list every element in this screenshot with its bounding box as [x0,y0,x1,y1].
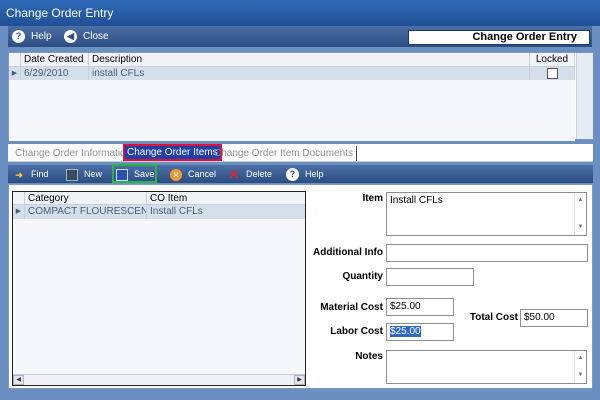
additional-info-field[interactable] [386,244,588,262]
notes-field[interactable]: ▲ ▼ [386,350,587,384]
material-cost-field[interactable]: $25.00 [386,298,454,316]
row-selector-header [9,53,21,66]
cell-co-item[interactable]: Install CFLs [147,205,305,219]
additional-info-label: Additional Info [313,247,383,258]
help-icon: ? [286,168,299,182]
delete-x-icon: ✕ [228,166,240,182]
labor-cost-label: Labor Cost [330,326,383,337]
table-row[interactable]: ▶ COMPACT FLOURESCENT... Install CFLs [13,205,305,219]
help-icon: ? [12,29,25,43]
delete-button[interactable]: ✕ Delete [228,167,272,181]
window: Change Order Entry ? Help ◀ Close Change O… [0,0,600,400]
items-toolbar: ➜ Find New Save × Cancel ✕ Delete ? Help [8,165,593,183]
form-header-title: Change Order Entry [408,30,590,45]
tab-strip: Change Order Information Change Order It… [8,144,593,162]
item-label: Item [362,193,383,204]
grid-empty-area [13,219,305,374]
column-header-date-created[interactable]: Date Created [21,53,89,66]
scroll-left-icon[interactable]: ◀ [13,375,24,385]
change-orders-grid: Date Created Description Locked ▶ 6/29/2… [8,52,593,141]
column-header-category[interactable]: Category [25,192,147,204]
grid-header: Date Created Description Locked [9,53,575,67]
close-label: Close [83,31,109,42]
save-button-highlight [112,164,157,183]
column-header-description[interactable]: Description [89,53,530,66]
scroll-down-icon: ▼ [577,224,584,230]
window-titlebar: Change Order Entry [0,0,600,26]
quantity-label: Quantity [342,271,383,282]
find-icon: ➜ [15,169,23,180]
column-header-co-item[interactable]: CO Item [147,192,305,204]
horizontal-scrollbar[interactable]: ◀ ▶ [13,374,305,385]
window-title: Change Order Entry [6,6,114,20]
new-label: New [84,169,103,179]
scroll-down-icon: ▼ [577,372,584,378]
material-cost-label: Material Cost [320,302,383,313]
labor-cost-value: $25.00 [390,326,421,337]
total-cost-label: Total Cost [469,312,518,323]
total-cost-field[interactable]: $50.00 [520,309,588,327]
cancel-label: Cancel [188,169,217,179]
grid-empty-area [9,80,575,141]
cancel-button[interactable]: × Cancel [170,167,216,181]
cell-locked [530,67,575,80]
cancel-icon: × [170,168,182,181]
delete-label: Delete [246,169,273,179]
row-pointer-icon: ▶ [13,205,25,219]
scroll-right-icon[interactable]: ▶ [294,375,305,385]
locked-checkbox[interactable] [547,68,558,79]
close-button[interactable]: ◀ Close [64,29,109,44]
help-label: Help [31,31,52,42]
new-document-icon [66,168,78,181]
scroll-up-icon: ▲ [577,355,584,361]
notes-label: Notes [355,351,383,362]
items-help-button[interactable]: ? Help [286,167,324,182]
help-label: Help [305,169,324,179]
item-field[interactable]: Install CFLs ▲ ▼ [386,192,587,236]
items-grid: Category CO Item ▶ COMPACT FLOURESCENT..… [12,191,306,386]
row-selector-header [13,192,25,204]
back-arrow-icon: ◀ [64,29,77,43]
table-row[interactable]: ▶ 6/29/2010 install CFLs [9,67,575,80]
item-scrollbar[interactable]: ▲ ▼ [574,193,586,235]
notes-scrollbar[interactable]: ▲ ▼ [574,351,586,383]
scroll-up-icon: ▲ [577,197,584,203]
help-button[interactable]: ? Help [12,29,52,44]
cell-date-created[interactable]: 6/29/2010 [21,67,89,80]
column-header-locked[interactable]: Locked [530,53,575,66]
labor-cost-field[interactable]: $25.00 [386,323,454,341]
find-label: Find [31,169,49,179]
item-value: Install CFLs [390,195,443,206]
new-button[interactable]: New [66,167,102,181]
cell-description[interactable]: install CFLs [89,67,530,80]
tab-change-order-item-documents[interactable]: Change Order Item Documents [214,146,357,161]
tab-change-order-items[interactable]: Change Order Items [123,144,222,161]
vertical-scrollbar[interactable] [576,53,593,139]
items-panel: Category CO Item ▶ COMPACT FLOURESCENT..… [8,184,593,389]
tab-change-order-information[interactable]: Change Order Information [15,146,131,161]
quantity-field[interactable] [386,268,474,286]
cell-category[interactable]: COMPACT FLOURESCENT... [25,205,147,219]
row-pointer-icon: ▶ [9,67,21,80]
grid-header: Category CO Item [13,192,305,205]
find-button[interactable]: ➜ Find [13,167,49,181]
